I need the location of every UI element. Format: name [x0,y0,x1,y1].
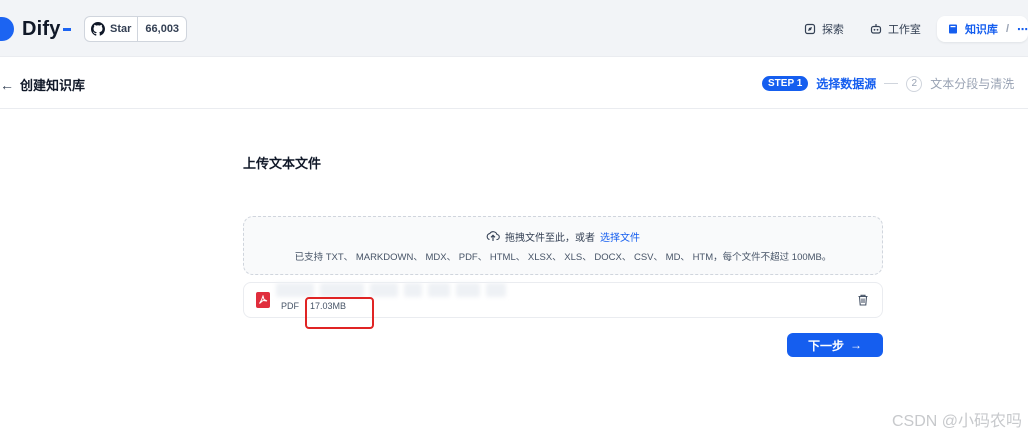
step2-label: 文本分段与清洗 [930,77,1015,91]
github-star-left: Star [85,17,139,41]
step-divider [884,83,899,84]
nav-item-knowledge[interactable]: 知识库 / ⋯ [936,16,1028,42]
pdf-icon [256,292,270,308]
nav-label-studio: 工作室 [887,24,921,36]
robot-icon [870,24,882,34]
step2-number: 2 [906,75,923,92]
nav-item-explore[interactable]: 探索 [794,16,854,42]
book-icon [948,24,957,34]
upload-cloud-icon [486,231,500,241]
annotation-highlight [305,297,374,329]
watermark: CSDN @小码农吗 [891,413,1022,430]
github-star-count: 66,003 [145,23,180,35]
nav-separator: / [1005,23,1009,35]
logo-underscore [62,27,71,31]
github-star-button[interactable]: Star 66,003 [84,16,188,42]
logo-mark-icon [0,17,14,41]
file-dropzone[interactable]: 拖拽文件至此，或者 选择文件 已支持 TXT、 MARKDOWN、 MDX、 P… [243,216,883,275]
supported-formats-text: 已支持 TXT、 MARKDOWN、 MDX、 PDF、 HTML、 XLSX、… [294,251,832,263]
step1-label: 选择数据源 [816,77,877,91]
top-bar: Dify Star 66,003 探索 工作室 知识库 / ⋯ [0,0,1028,57]
nav-label-explore: 探索 [821,24,844,36]
github-icon [91,22,105,36]
acrobat-mark [259,295,268,304]
page-header: ← 创建知识库 STEP 1 选择数据源 2 文本分段与清洗 [0,57,1028,109]
select-file-link[interactable]: 选择文件 [600,229,640,244]
compass-icon [804,23,816,35]
next-step-label: 下一步 [807,338,844,353]
logo-text: Dify [22,17,61,40]
nav-item-studio[interactable]: 工作室 [860,16,931,42]
dropzone-prompt: 拖拽文件至此，或者 选择文件 [486,229,640,244]
dropzone-text: 拖拽文件至此，或者 [505,232,595,244]
next-step-button[interactable]: 下一步 → [787,333,883,357]
arrow-right-icon: → [850,338,862,352]
file-type: PDF [281,301,299,311]
back-button[interactable]: ← 创建知识库 [0,75,85,94]
github-star-label: Star [110,23,132,35]
logo[interactable]: Dify [0,15,71,43]
nav-dataset-selector[interactable]: ⋯ [1017,23,1028,36]
page-title: 创建知识库 [20,78,86,93]
step-indicator: STEP 1 选择数据源 2 文本分段与清洗 [762,75,1014,92]
main-nav: 探索 工作室 知识库 / ⋯ [794,16,1028,42]
nav-label-knowledge: 知识库 [964,24,998,36]
trash-icon[interactable] [856,293,870,307]
step1-badge: STEP 1 [762,76,809,91]
arrow-left-icon: ← [0,76,14,93]
upload-section-title: 上传文本文件 [243,156,322,171]
